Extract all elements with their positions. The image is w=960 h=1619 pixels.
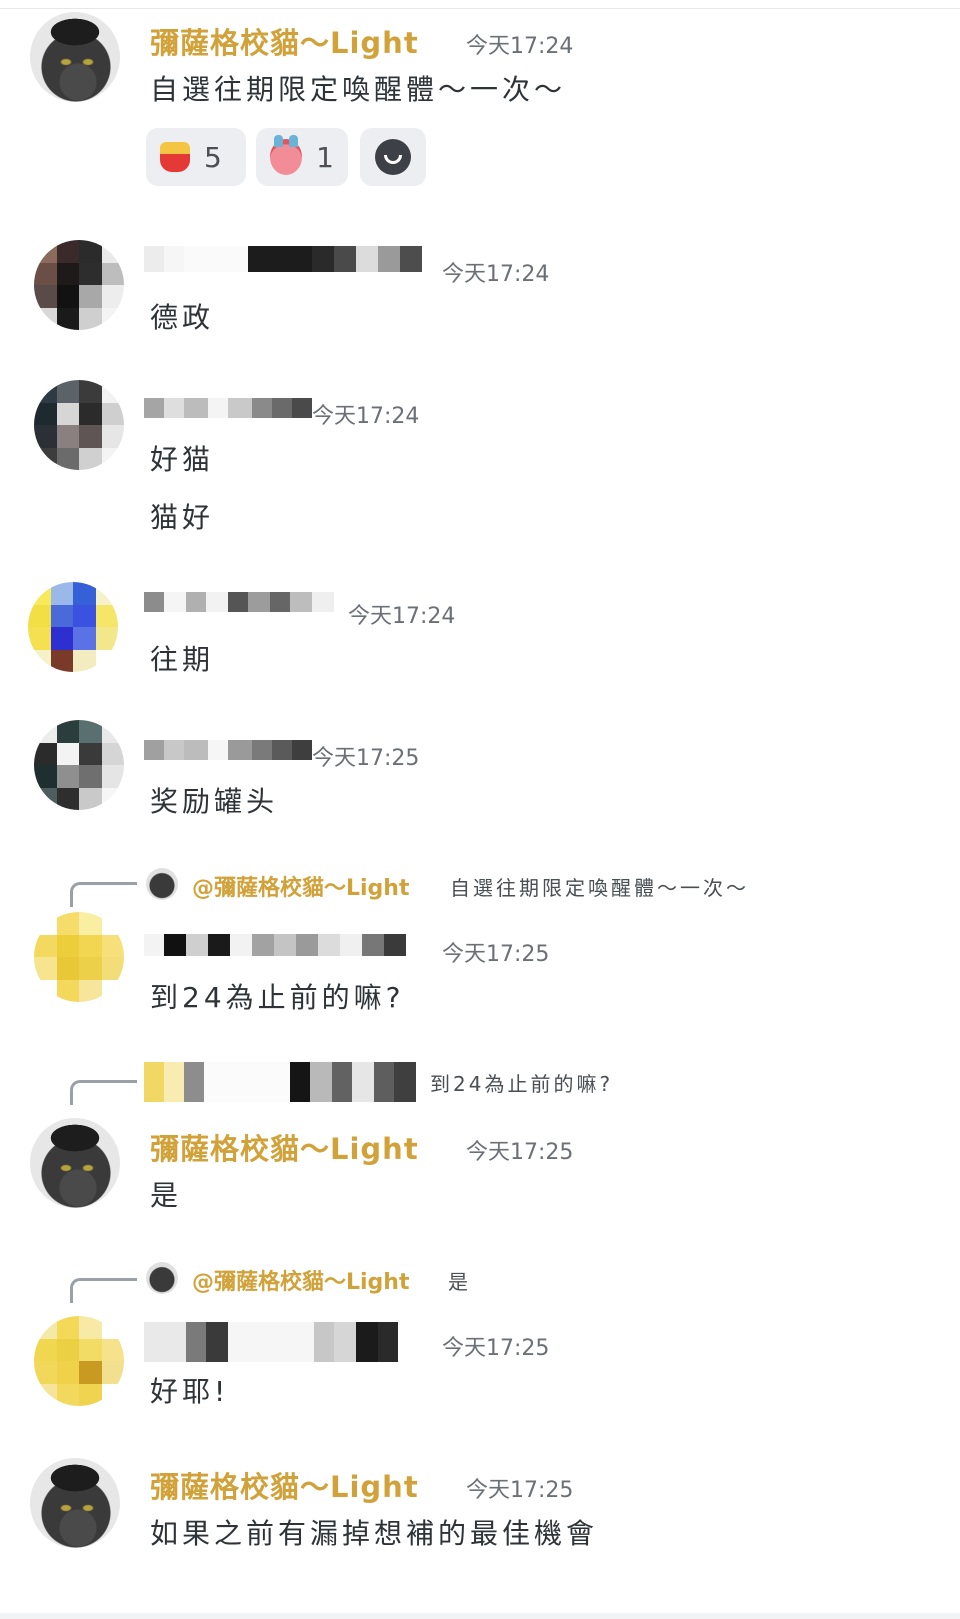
reply-text[interactable]: 到24為止前的嘛? bbox=[430, 1068, 613, 1097]
user-avatar[interactable] bbox=[34, 380, 124, 470]
reaction-fries[interactable]: 5 bbox=[146, 128, 246, 186]
username-redacted bbox=[144, 934, 406, 956]
timestamp: 今天17:24 bbox=[466, 34, 574, 59]
reply-connector bbox=[70, 882, 137, 907]
user-avatar[interactable] bbox=[34, 240, 124, 330]
reaction-count: 5 bbox=[204, 140, 222, 174]
reply-connector bbox=[70, 1278, 137, 1303]
reply-avatar bbox=[146, 1262, 178, 1294]
reply-username[interactable]: @彌薩格校貓～Light bbox=[192, 870, 410, 902]
reply-connector bbox=[70, 1080, 137, 1105]
timestamp: 今天17:24 bbox=[442, 262, 550, 287]
add-reaction-button[interactable] bbox=[360, 128, 426, 186]
reply-text[interactable]: 自選往期限定喚醒體～一次～ bbox=[450, 872, 749, 901]
timestamp: 今天17:25 bbox=[442, 942, 550, 967]
reply-username[interactable]: @彌薩格校貓～Light bbox=[192, 1264, 410, 1296]
message-text: 德政 bbox=[150, 301, 215, 334]
user-avatar[interactable] bbox=[34, 1316, 124, 1406]
reply-avatar bbox=[146, 868, 178, 900]
timestamp: 今天17:24 bbox=[348, 604, 456, 629]
username-redacted bbox=[144, 398, 312, 418]
timestamp: 今天17:25 bbox=[312, 746, 420, 771]
username[interactable]: 彌薩格校貓～Light bbox=[150, 1126, 419, 1168]
user-avatar[interactable] bbox=[34, 912, 124, 1002]
user-avatar[interactable] bbox=[28, 582, 118, 672]
username-redacted bbox=[144, 246, 422, 272]
message-text: 如果之前有漏掉想補的最佳機會 bbox=[150, 1517, 599, 1550]
reaction-devil[interactable]: 1 bbox=[256, 128, 348, 186]
reaction-count: 1 bbox=[316, 140, 334, 174]
timestamp: 今天17:25 bbox=[466, 1478, 574, 1503]
message-text: 往期 bbox=[150, 643, 215, 676]
username-redacted bbox=[144, 1322, 398, 1362]
username[interactable]: 彌薩格校貓～Light bbox=[150, 1464, 419, 1506]
message-text: 奖励罐头 bbox=[150, 785, 279, 818]
bottom-edge bbox=[0, 1613, 960, 1619]
user-avatar[interactable] bbox=[34, 720, 124, 810]
message-text: 好猫 bbox=[150, 443, 215, 476]
username-redacted bbox=[144, 592, 334, 612]
timestamp: 今天17:25 bbox=[466, 1140, 574, 1165]
user-avatar[interactable] bbox=[30, 1118, 120, 1208]
timestamp: 今天17:25 bbox=[442, 1336, 550, 1361]
message-text: 到24為止前的嘛? bbox=[150, 981, 405, 1014]
message-text: 是 bbox=[150, 1179, 183, 1212]
message-text: 猫好 bbox=[150, 501, 215, 534]
message-text: 自選往期限定喚醒體～一次～ bbox=[150, 73, 567, 106]
username-redacted bbox=[144, 740, 312, 760]
reply-username-redacted bbox=[144, 1062, 416, 1102]
timestamp: 今天17:24 bbox=[312, 404, 420, 429]
top-divider bbox=[0, 8, 960, 9]
message-text: 好耶! bbox=[150, 1375, 230, 1408]
user-avatar[interactable] bbox=[30, 1458, 120, 1548]
username[interactable]: 彌薩格校貓～Light bbox=[150, 20, 419, 62]
add-reaction-icon bbox=[375, 139, 411, 175]
reply-text[interactable]: 是 bbox=[448, 1266, 471, 1295]
devil-emoji-icon bbox=[270, 135, 303, 175]
user-avatar[interactable] bbox=[30, 12, 120, 102]
fries-emoji-icon bbox=[160, 142, 190, 172]
